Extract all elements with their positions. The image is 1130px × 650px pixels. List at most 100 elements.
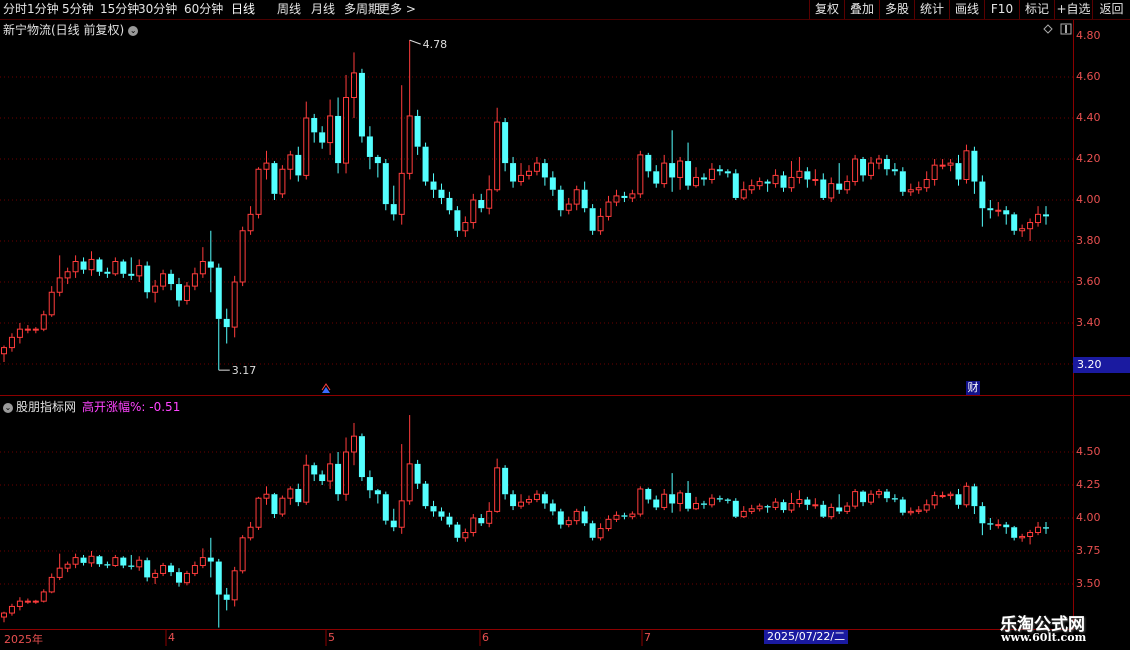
candle-body [677,160,684,178]
candle-body [629,193,636,199]
candle-body [669,494,676,504]
candle-body [645,154,652,172]
sub-y-tick-label: 3.50 [1076,577,1101,590]
candle-body [979,506,986,524]
month-label: 5 [328,631,335,644]
finance-badge[interactable]: 财 [966,381,980,395]
y-tick-label: 3.80 [1076,234,1101,247]
candle-body [72,261,79,273]
candle-body [382,163,389,205]
candle-body [160,273,167,287]
candle-body [215,561,222,595]
month-label: 2025年 [4,633,43,646]
candle-body [995,209,1002,212]
candle-body [168,565,175,573]
candle-body [971,150,978,182]
candle-body [788,502,795,511]
candle-body [80,261,87,270]
y-tick-label: 3.40 [1076,316,1101,329]
candle-body [788,176,795,189]
candle-body [685,492,692,509]
candle-body [868,493,875,503]
candle-body [724,499,731,501]
candle-body [549,503,556,512]
candle-body [939,495,946,498]
candle-body [454,210,461,231]
candle-body [271,163,278,194]
candle-body [589,523,596,538]
candle-body [438,189,445,198]
candle-body [382,494,389,521]
candle-body [478,518,485,524]
candle-body [836,183,843,190]
candle-body [64,271,71,279]
candle-body [907,189,914,193]
candle-body [56,567,63,578]
candle-body [700,503,707,505]
candle-body [96,259,103,272]
candle-body [398,172,405,215]
candle-body [199,557,206,567]
candle-body [486,189,493,209]
candle-body [541,163,548,178]
chart-canvas[interactable]: 4.78 3.17 [0,0,1130,650]
candle-body [199,261,206,275]
candle-body [215,267,222,319]
y-tick-label: 4.00 [1076,193,1101,206]
candle-body [486,510,493,524]
candle-body [478,200,485,209]
diamond-icon[interactable] [1043,24,1053,34]
sub-grid [0,451,1073,585]
candle-body [32,328,39,331]
candle-body [995,524,1002,527]
candle-body [868,162,875,176]
candle-body [716,498,723,500]
candle-body [255,497,262,528]
candle-body [764,506,771,508]
month-label: 4 [168,631,175,644]
candle-body [247,213,254,232]
candle-body [462,222,469,232]
candle-body [136,265,143,277]
candle-body [947,493,954,497]
candle-body [812,504,819,507]
candle-body [844,181,851,191]
candle-body [72,557,79,565]
candle-body [1011,527,1018,538]
candle-body [852,158,859,183]
candle-body [875,158,882,164]
candle-body [112,557,119,567]
candle-body [287,488,294,499]
candle-body [716,169,723,172]
candle-body [128,273,135,276]
month-label: 6 [482,631,489,644]
candle-body [661,493,668,508]
sub-y-tick-label: 4.00 [1076,511,1101,524]
candle-body [708,168,715,180]
candle-body [963,150,970,181]
candle-body [327,463,334,482]
candle-body [1027,532,1034,537]
candle-body [732,173,739,198]
candle-body [573,510,580,522]
candle-body [231,281,238,328]
main-candles [1,40,1049,371]
candle-body [462,532,469,539]
sub-y-tick-label: 4.50 [1076,445,1101,458]
candle-body [406,115,413,174]
candle-body [1035,526,1042,534]
candle-body [899,171,906,192]
candle-body [812,179,819,181]
candle-body [358,436,365,478]
candle-body [255,168,262,215]
candle-body [708,497,715,506]
candle-body [860,159,867,176]
candle-body [525,499,532,503]
candle-body [311,465,318,475]
candle-body [470,517,477,534]
candle-body [748,508,755,512]
candle-body [398,500,405,528]
candle-body [374,156,381,164]
candle-body [883,159,890,170]
candle-body [780,502,787,511]
